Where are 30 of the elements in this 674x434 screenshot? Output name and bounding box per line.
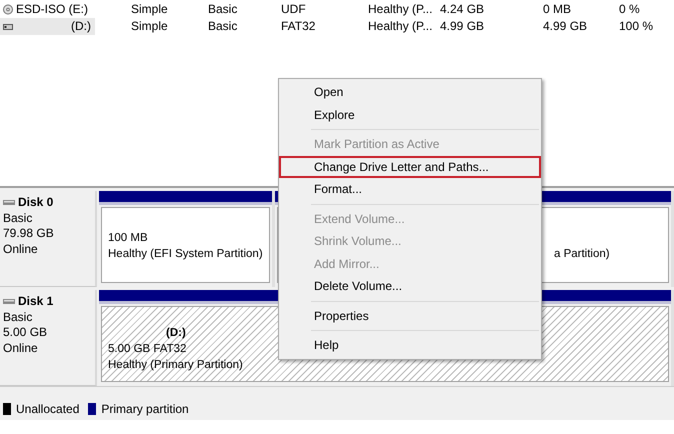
partition-label: (D:) <box>165 326 186 341</box>
disk-name: Disk 0 <box>18 195 54 210</box>
disk-size: 5.00 GB <box>3 325 48 340</box>
disk-status: Online <box>3 340 39 356</box>
table-cell-text: Simple <box>131 18 169 35</box>
table-cell-text: Simple <box>131 1 169 18</box>
legend-label: Primary partition <box>101 400 189 418</box>
disk-type: Basic <box>3 310 34 325</box>
disk-name: Disk 1 <box>18 294 54 310</box>
table-cell-text: 100 % <box>619 18 654 35</box>
table-cell-text: 4.99 GB <box>543 18 588 35</box>
table-cell-text: Basic <box>208 18 238 35</box>
table-cell-text: Healthy (P... <box>368 1 434 18</box>
disk-status: Online <box>3 242 39 257</box>
table-cell-text: 4.24 GB <box>440 1 486 18</box>
table-cell-text: UDF <box>281 1 307 18</box>
table-cell-text: 4.99 GB <box>440 18 486 35</box>
partition-size: 5.00 GB FAT32 <box>108 342 186 357</box>
table-cell-text: Healthy (P... <box>368 18 434 35</box>
partition-status: a Partition) <box>554 247 610 262</box>
table-cell-text: 0 MB <box>543 1 572 18</box>
partition-status: Healthy (Primary Partition) <box>108 358 243 373</box>
disk-size: 79.98 GB <box>3 226 55 242</box>
legend-label: Unallocated <box>16 400 80 418</box>
table-cell-text: 0 % <box>619 1 641 18</box>
table-cell-text: FAT32 <box>281 18 316 35</box>
partition-status: Healthy (EFI System Partition) <box>108 247 263 262</box>
partition-size: 100 MB <box>108 231 148 246</box>
disk-type: Basic <box>3 210 34 226</box>
table-cell-text: Basic <box>208 1 238 18</box>
